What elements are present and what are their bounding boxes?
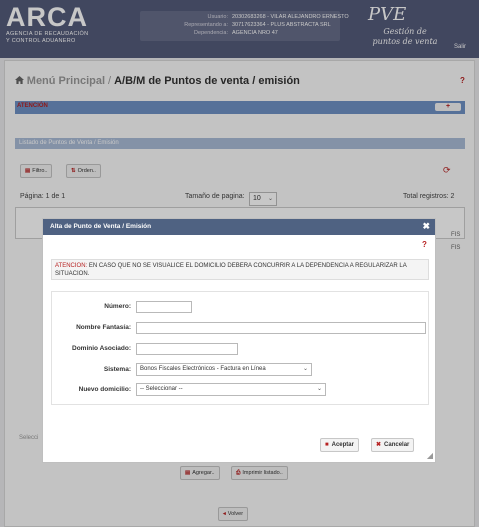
new-address-select-value: -- Seleccionar -- (140, 386, 183, 392)
resize-handle-icon[interactable]: ◢ (427, 451, 433, 460)
numero-label: Número: (104, 303, 131, 310)
dialog-title: Alta de Punto de Venta / Emisión (50, 223, 152, 230)
add-point-of-sale-dialog: Alta de Punto de Venta / Emisión ✖ ? ATE… (42, 218, 436, 463)
domain-label: Dominio Asociado: (72, 345, 131, 352)
system-label: Sistema: (103, 366, 131, 373)
cancel-button[interactable]: ✖ Cancelar (371, 438, 415, 452)
dialog-help-icon[interactable]: ? (422, 240, 427, 249)
warning-label: ATENCION: (55, 263, 88, 269)
chevron-down-icon: ⌄ (302, 366, 308, 372)
fantasy-name-input[interactable] (136, 322, 426, 334)
numero-input[interactable] (136, 301, 192, 313)
cancel-button-label: Cancelar (384, 442, 410, 448)
save-icon: ■ (325, 442, 329, 448)
domain-input[interactable] (136, 343, 238, 355)
system-select[interactable]: Bonos Fiscales Electrónicos - Factura en… (136, 363, 312, 376)
fantasy-name-label: Nombre Fantasía: (76, 324, 131, 331)
new-address-label: Nuevo domicilio: (78, 386, 131, 393)
chevron-down-icon: ⌄ (316, 386, 322, 392)
warning-message: ATENCION: EN CASO QUE NO SE VISUALICE EL… (51, 259, 429, 280)
dialog-titlebar[interactable]: Alta de Punto de Venta / Emisión ✖ (43, 219, 435, 235)
new-address-select[interactable]: -- Seleccionar -- ⌄ (136, 383, 326, 396)
accept-button-label: Aceptar (331, 442, 354, 448)
warning-text: EN CASO QUE NO SE VISUALICE EL DOMICILIO… (55, 263, 407, 277)
system-select-value: Bonos Fiscales Electrónicos - Factura en… (140, 366, 266, 372)
accept-button[interactable]: ■ Aceptar (320, 438, 359, 452)
point-of-sale-form: Número: Nombre Fantasía: Dominio Asociad… (51, 291, 429, 405)
close-icon[interactable]: ✖ (422, 221, 430, 232)
cancel-icon: ✖ (376, 442, 382, 448)
